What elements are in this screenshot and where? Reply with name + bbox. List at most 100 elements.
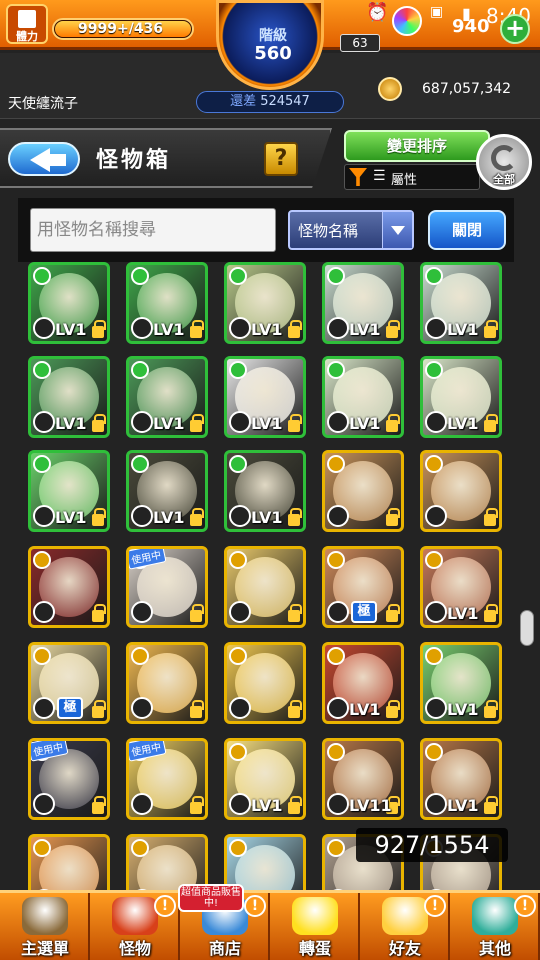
alert-badge-icon: ! bbox=[424, 895, 446, 917]
monster-card[interactable]: LV1 bbox=[224, 262, 306, 344]
help-button[interactable]: ? bbox=[264, 142, 298, 176]
element-icon bbox=[229, 317, 251, 339]
shop-promo-badge: 超值商品販售中! bbox=[178, 884, 244, 912]
nav-item[interactable]: 其他! bbox=[450, 893, 540, 960]
lock-icon bbox=[484, 796, 498, 814]
monster-name-search-input[interactable]: 用怪物名稱搜尋 bbox=[30, 208, 276, 252]
rainbow-gem-icon bbox=[392, 6, 422, 36]
lock-icon bbox=[190, 604, 204, 622]
monster-card[interactable]: LV11 bbox=[322, 738, 404, 820]
element-icon bbox=[229, 505, 251, 527]
monster-card[interactable]: LV1 bbox=[28, 450, 110, 532]
filter-attribute-button[interactable]: ☰ 屬性 bbox=[344, 164, 480, 190]
element-icon bbox=[425, 411, 447, 433]
monster-level: LV1 bbox=[251, 796, 283, 815]
monster-card[interactable]: 極 bbox=[28, 642, 110, 724]
monster-card[interactable] bbox=[28, 834, 110, 890]
lock-icon bbox=[92, 700, 106, 718]
monster-card[interactable]: LV1 bbox=[224, 356, 306, 438]
lock-icon bbox=[386, 508, 400, 526]
monster-card[interactable]: LV1 bbox=[126, 262, 208, 344]
stamina-value: 9999+ bbox=[78, 21, 129, 37]
nav-item[interactable]: 怪物! bbox=[90, 893, 180, 960]
monster-card[interactable]: LV1 bbox=[420, 262, 502, 344]
nav-item-label: 好友 bbox=[388, 939, 421, 958]
stamina-label: 體力 bbox=[16, 30, 38, 43]
rarity-icon bbox=[131, 361, 149, 379]
egg-icon bbox=[292, 897, 338, 935]
monster-card[interactable]: LV1 bbox=[28, 356, 110, 438]
gold-amount: 687,057,342 bbox=[422, 81, 512, 97]
monster-card[interactable] bbox=[420, 450, 502, 532]
rarity-icon bbox=[33, 361, 51, 379]
monster-card[interactable]: LV1 bbox=[420, 642, 502, 724]
monster-card[interactable]: LV1 bbox=[126, 450, 208, 532]
rarity-icon bbox=[425, 361, 443, 379]
back-button[interactable] bbox=[8, 142, 80, 176]
monster-card[interactable] bbox=[322, 450, 404, 532]
page-title: 怪物箱 bbox=[96, 148, 172, 173]
monster-card[interactable]: LV1 bbox=[420, 356, 502, 438]
monster-card[interactable]: LV1 bbox=[224, 450, 306, 532]
monster-card[interactable] bbox=[28, 546, 110, 628]
lock-icon bbox=[92, 604, 106, 622]
monster-card[interactable]: 使用中 bbox=[28, 738, 110, 820]
monster-card[interactable]: LV1 bbox=[28, 262, 110, 344]
monster-card[interactable]: 極 bbox=[322, 546, 404, 628]
monster-card[interactable]: LV1 bbox=[126, 356, 208, 438]
buy-gems-button[interactable]: + bbox=[500, 14, 530, 44]
monster-card[interactable]: 使用中 bbox=[126, 546, 208, 628]
nav-item[interactable]: 主選單 bbox=[0, 893, 90, 960]
monster-card[interactable] bbox=[224, 546, 306, 628]
element-icon bbox=[327, 697, 349, 719]
monster-card[interactable] bbox=[224, 642, 306, 724]
element-icon bbox=[33, 601, 55, 623]
element-icon bbox=[425, 601, 447, 623]
monster-box-screen: 體力 9999+/436 63 ⏰ ▣ ▮ 940 8:40 + 天使纏流子 還… bbox=[0, 0, 540, 960]
change-sort-button[interactable]: 變更排序 bbox=[344, 130, 490, 162]
monster-card[interactable]: 使用中 bbox=[126, 738, 208, 820]
filter-icon bbox=[349, 168, 367, 186]
exp-remaining-box: 還差 524547 bbox=[196, 91, 344, 113]
monster-card[interactable]: LV1 bbox=[322, 262, 404, 344]
monster-level: LV1 bbox=[447, 604, 479, 623]
lock-icon bbox=[288, 320, 302, 338]
nav-item[interactable]: 好友! bbox=[360, 893, 450, 960]
rarity-icon bbox=[33, 647, 51, 665]
lock-icon bbox=[190, 508, 204, 526]
lock-icon bbox=[386, 604, 400, 622]
rarity-icon bbox=[425, 743, 443, 761]
lock-icon bbox=[92, 796, 106, 814]
monster-card[interactable] bbox=[224, 834, 306, 890]
element-icon bbox=[33, 793, 55, 815]
search-type-dropdown[interactable]: 怪物名稱 bbox=[288, 210, 414, 250]
monster-level: LV1 bbox=[349, 700, 381, 719]
bottom-navigation: 主選單 怪物! 商店! 轉蛋 好友! 其他! bbox=[0, 890, 540, 960]
nav-item-label: 其他 bbox=[478, 939, 511, 958]
friend-count-badge: 63 bbox=[340, 34, 380, 52]
monster-level: LV1 bbox=[55, 508, 87, 527]
monster-grid: LV1 LV1 LV1 LV1 LV1 LV1 LV1 LV1 LV1 LV1 LV1 LV1 LV1 使… bbox=[28, 262, 510, 890]
element-icon bbox=[229, 697, 251, 719]
sort-list-icon: ☰ bbox=[373, 168, 386, 184]
monster-level: LV1 bbox=[447, 796, 479, 815]
nav-item[interactable]: 轉蛋 bbox=[270, 893, 360, 960]
monster-card[interactable]: LV1 bbox=[420, 546, 502, 628]
monster-card[interactable]: LV1 bbox=[322, 356, 404, 438]
monster-card[interactable]: LV1 bbox=[322, 642, 404, 724]
close-search-button[interactable]: 關閉 bbox=[428, 210, 506, 250]
monster-card[interactable]: LV1 bbox=[420, 738, 502, 820]
rarity-icon bbox=[327, 647, 345, 665]
element-icon bbox=[33, 317, 55, 339]
monster-card[interactable] bbox=[126, 642, 208, 724]
monster-card[interactable]: LV1 bbox=[224, 738, 306, 820]
element-icon bbox=[229, 411, 251, 433]
filter-attribute-label: 屬性 bbox=[391, 173, 418, 188]
friends-icon bbox=[382, 897, 428, 935]
show-all-button[interactable]: 全部 bbox=[476, 134, 532, 190]
element-icon bbox=[131, 505, 153, 527]
scroll-handle[interactable] bbox=[520, 610, 534, 646]
alert-badge-icon: ! bbox=[244, 895, 266, 917]
monster-card[interactable] bbox=[126, 834, 208, 890]
element-icon bbox=[327, 505, 349, 527]
